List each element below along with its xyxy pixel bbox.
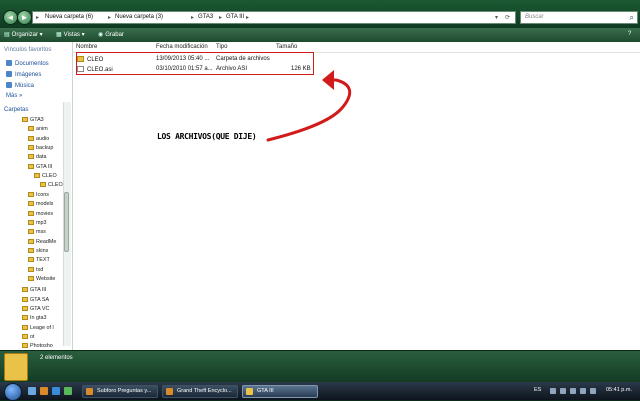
app-icon[interactable] — [64, 387, 72, 395]
firefox-icon — [86, 388, 93, 395]
start-orb-icon[interactable] — [4, 383, 22, 401]
folder-icon — [4, 353, 28, 381]
folder-icon — [246, 388, 253, 395]
volume-icon[interactable] — [570, 388, 576, 394]
arrow-stroke — [266, 78, 352, 142]
desktop-icon[interactable] — [28, 387, 36, 395]
taskbar-label: Subforo Preguntas y... — [97, 388, 152, 394]
chevron-icon[interactable] — [550, 388, 556, 394]
annotation-text: LOS ARCHIVOS(QUE DIJE) — [157, 132, 257, 141]
firefox-icon — [166, 388, 173, 395]
ie-icon[interactable] — [52, 387, 60, 395]
taskbar-button-gta3[interactable]: GTA III — [242, 385, 318, 398]
language-indicator[interactable]: ES — [534, 387, 541, 393]
firefox-icon[interactable] — [40, 387, 48, 395]
details-pane: 2 elementos — [0, 350, 640, 383]
clock[interactable]: 05:41 p.m. — [606, 387, 632, 393]
arrow-head — [322, 70, 334, 90]
explorer-window: ◄ ► ▸ Nueva carpeta (6) ▸ Nueva carpeta … — [0, 0, 640, 383]
taskbar-button-subforo[interactable]: Subforo Preguntas y... — [82, 385, 158, 398]
taskbar: Subforo Preguntas y... Grand Theft Encyc… — [0, 382, 640, 401]
item-count: 2 elementos — [40, 355, 73, 361]
system-tray: ES 05:41 p.m. — [528, 383, 640, 399]
taskbar-button-gte[interactable]: Grand Theft Encyclo... — [162, 385, 238, 398]
antivirus-icon[interactable] — [580, 388, 586, 394]
network-icon[interactable] — [560, 388, 566, 394]
taskbar-label: GTA III — [257, 388, 274, 394]
tray-icon[interactable] — [590, 388, 596, 394]
taskbar-label: Grand Theft Encyclo... — [177, 388, 232, 394]
annotation-arrow — [266, 70, 352, 142]
